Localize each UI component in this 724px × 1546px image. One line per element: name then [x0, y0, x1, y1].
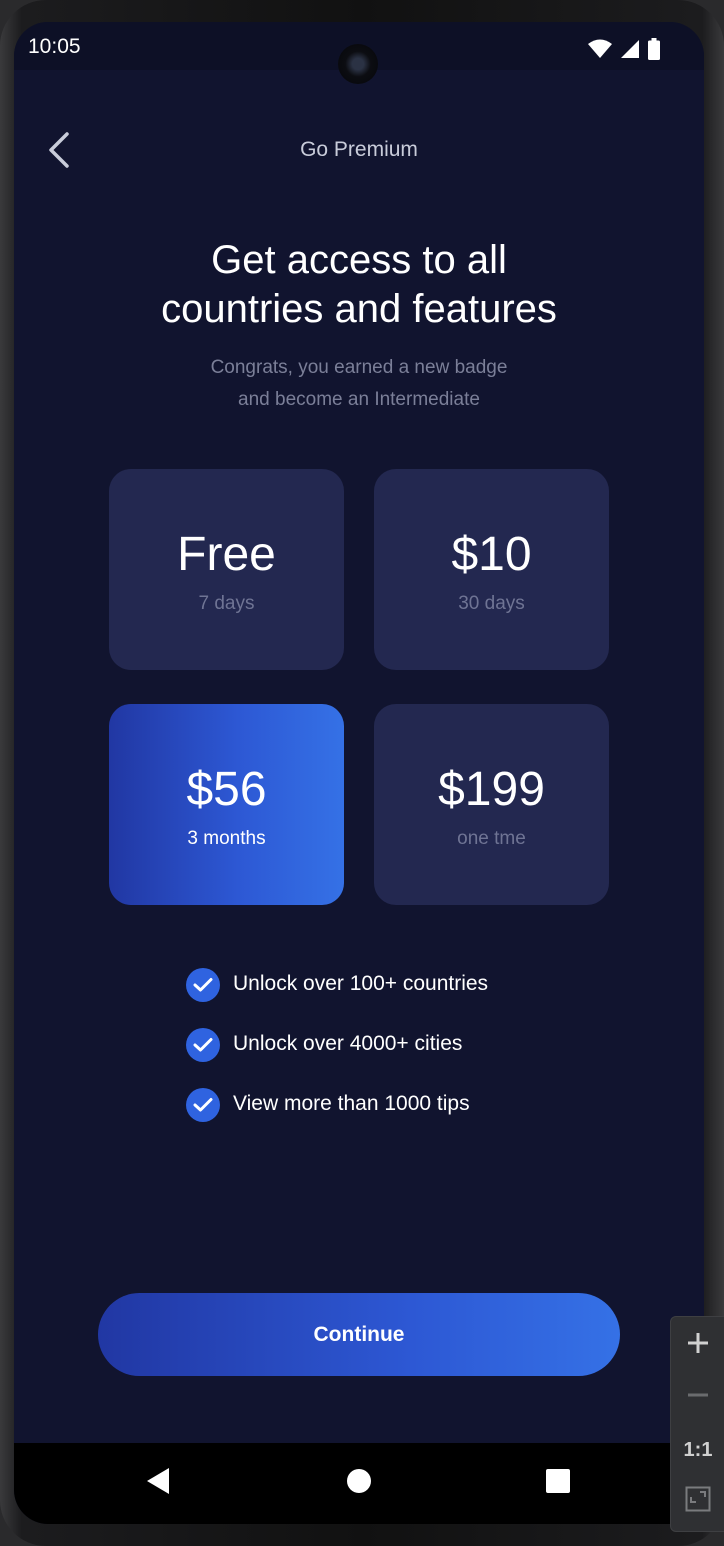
check-circle-icon [186, 1028, 220, 1062]
plan-price: $56 [186, 763, 267, 816]
zoom-in-button[interactable] [671, 1321, 724, 1371]
plan-card-3-months[interactable]: $56 3 months [109, 704, 344, 905]
plan-price: $199 [438, 763, 545, 816]
subtitle: Congrats, you earned a new badge and bec… [14, 352, 704, 416]
wifi-icon [588, 39, 612, 64]
status-bar: 10:05 [14, 22, 704, 84]
subtitle-line-1: Congrats, you earned a new badge [210, 357, 508, 378]
check-circle-icon [186, 968, 220, 1002]
page-title: Go Premium [300, 138, 418, 161]
status-time: 10:05 [28, 35, 81, 58]
zoom-reset-button[interactable]: 1:1 [671, 1425, 724, 1475]
nav-home-button[interactable] [339, 1463, 379, 1503]
plan-price: $10 [451, 528, 532, 581]
system-nav-bar [14, 1443, 704, 1524]
zoom-reset-label: 1:1 [683, 1438, 713, 1461]
signal-icon [620, 39, 640, 64]
battery-icon [648, 38, 660, 65]
plan-period: 30 days [458, 593, 525, 614]
feature-text: Unlock over 4000+ cities [233, 1032, 463, 1055]
nav-recents-button[interactable] [538, 1463, 578, 1503]
plan-period: 7 days [198, 593, 255, 614]
triangle-back-icon [145, 1467, 171, 1500]
headline-line-2: countries and features [161, 287, 557, 331]
emulator-zoom-panel: 1:1 [670, 1316, 724, 1532]
plan-period: one tme [457, 828, 526, 849]
continue-button[interactable]: Continue [98, 1293, 620, 1376]
subtitle-line-2: and become an Intermediate [238, 389, 480, 410]
app-screen: 10:05 Go Premium Get access to all count… [14, 22, 704, 1524]
plan-period: 3 months [187, 828, 266, 849]
check-circle-icon [186, 1088, 220, 1122]
status-icons [588, 38, 660, 65]
square-recents-icon [545, 1468, 571, 1499]
circle-home-icon [346, 1468, 372, 1499]
fit-screen-button[interactable] [671, 1477, 724, 1527]
feature-text: Unlock over 100+ countries [233, 972, 489, 995]
plus-icon [687, 1332, 709, 1360]
plan-card-30-days[interactable]: $10 30 days [374, 469, 609, 670]
plan-card-one-time[interactable]: $199 one tme [374, 704, 609, 905]
feature-text: View more than 1000 tips [233, 1092, 470, 1115]
headline-line-1: Get access to all [211, 238, 507, 282]
plan-card-free[interactable]: Free 7 days [109, 469, 344, 670]
minus-icon [687, 1384, 709, 1412]
device-frame: 10:05 Go Premium Get access to all count… [0, 0, 724, 1546]
fit-screen-icon [685, 1486, 711, 1518]
headline: Get access to all countries and features [14, 236, 704, 334]
nav-back-button[interactable] [138, 1463, 178, 1503]
plan-price: Free [177, 528, 276, 581]
zoom-out-button[interactable] [671, 1373, 724, 1423]
front-camera [338, 44, 378, 84]
